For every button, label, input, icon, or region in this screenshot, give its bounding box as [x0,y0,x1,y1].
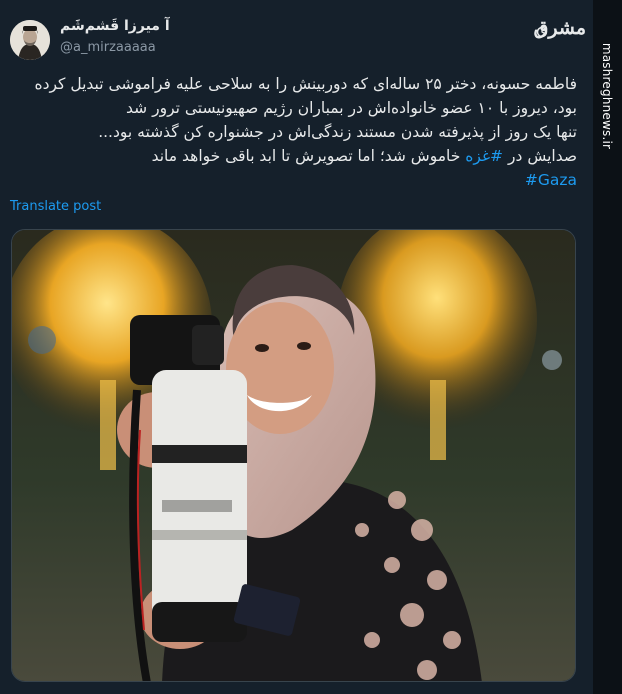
avatar-portrait-icon [10,20,50,60]
hashtag-link-ghazze[interactable]: #غزه [465,147,503,165]
tweet-line-4-prefix: صدایش در [508,147,577,165]
tweet-line-3: تنها یک روز از پذیرفته شدن مستند زندگی‌ا… [98,123,577,141]
tweet-line-4-rest: خاموش شد؛ اما تصویرش تا ابد باقی خواهد م… [151,147,461,165]
hashtag-link-gaza[interactable]: #Gaza [12,168,577,192]
photo-woman-with-camera-icon [12,230,575,681]
side-watermark-text: mashreghnews.ir [600,42,614,150]
author-handle[interactable]: @a_mirzaaaaa [60,40,156,55]
brand-logo-icon [536,26,548,38]
tweet-text: فاطمه حسونه، دختر ۲۵ ساله‌ای که دوربینش … [12,72,577,192]
avatar[interactable] [10,20,50,60]
translate-post-link[interactable]: Translate post [10,199,101,214]
tweet-line-4: صدایش در #غزه خاموش شد؛ اما تصویرش تا اب… [12,144,577,168]
tweet-photo[interactable] [11,229,576,682]
tweet-line-1: فاطمه حسونه، دختر ۲۵ ساله‌ای که دوربینش … [34,75,577,93]
author-display-name[interactable]: آ میرزا قَشم‌شَم [60,18,170,34]
side-watermark: mashreghnews.ir [593,0,622,694]
tweet-line-2: بود، دیروز با ۱۰ عضو خانواده‌اش در بمبار… [126,99,577,117]
tweet-card: آ میرزا قَشم‌شَم @a_mirzaaaaa مشرق فاطمه… [0,0,590,694]
